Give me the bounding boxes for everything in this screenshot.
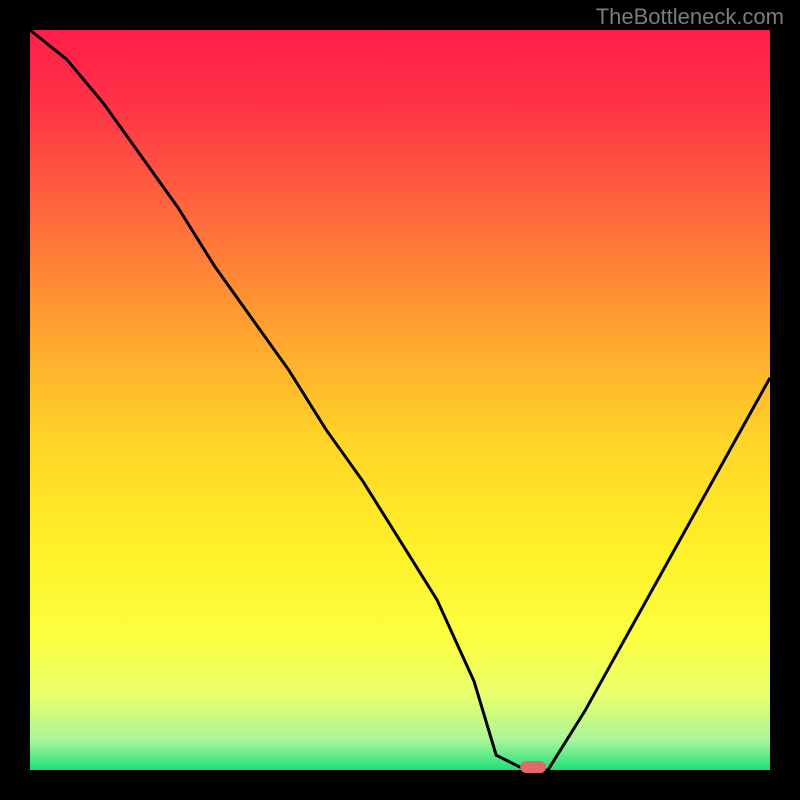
plot-background — [30, 30, 770, 770]
chart-container: TheBottleneck.com — [0, 0, 800, 800]
bottleneck-chart — [0, 0, 800, 800]
optimal-marker — [520, 761, 546, 773]
watermark-text: TheBottleneck.com — [596, 4, 784, 30]
